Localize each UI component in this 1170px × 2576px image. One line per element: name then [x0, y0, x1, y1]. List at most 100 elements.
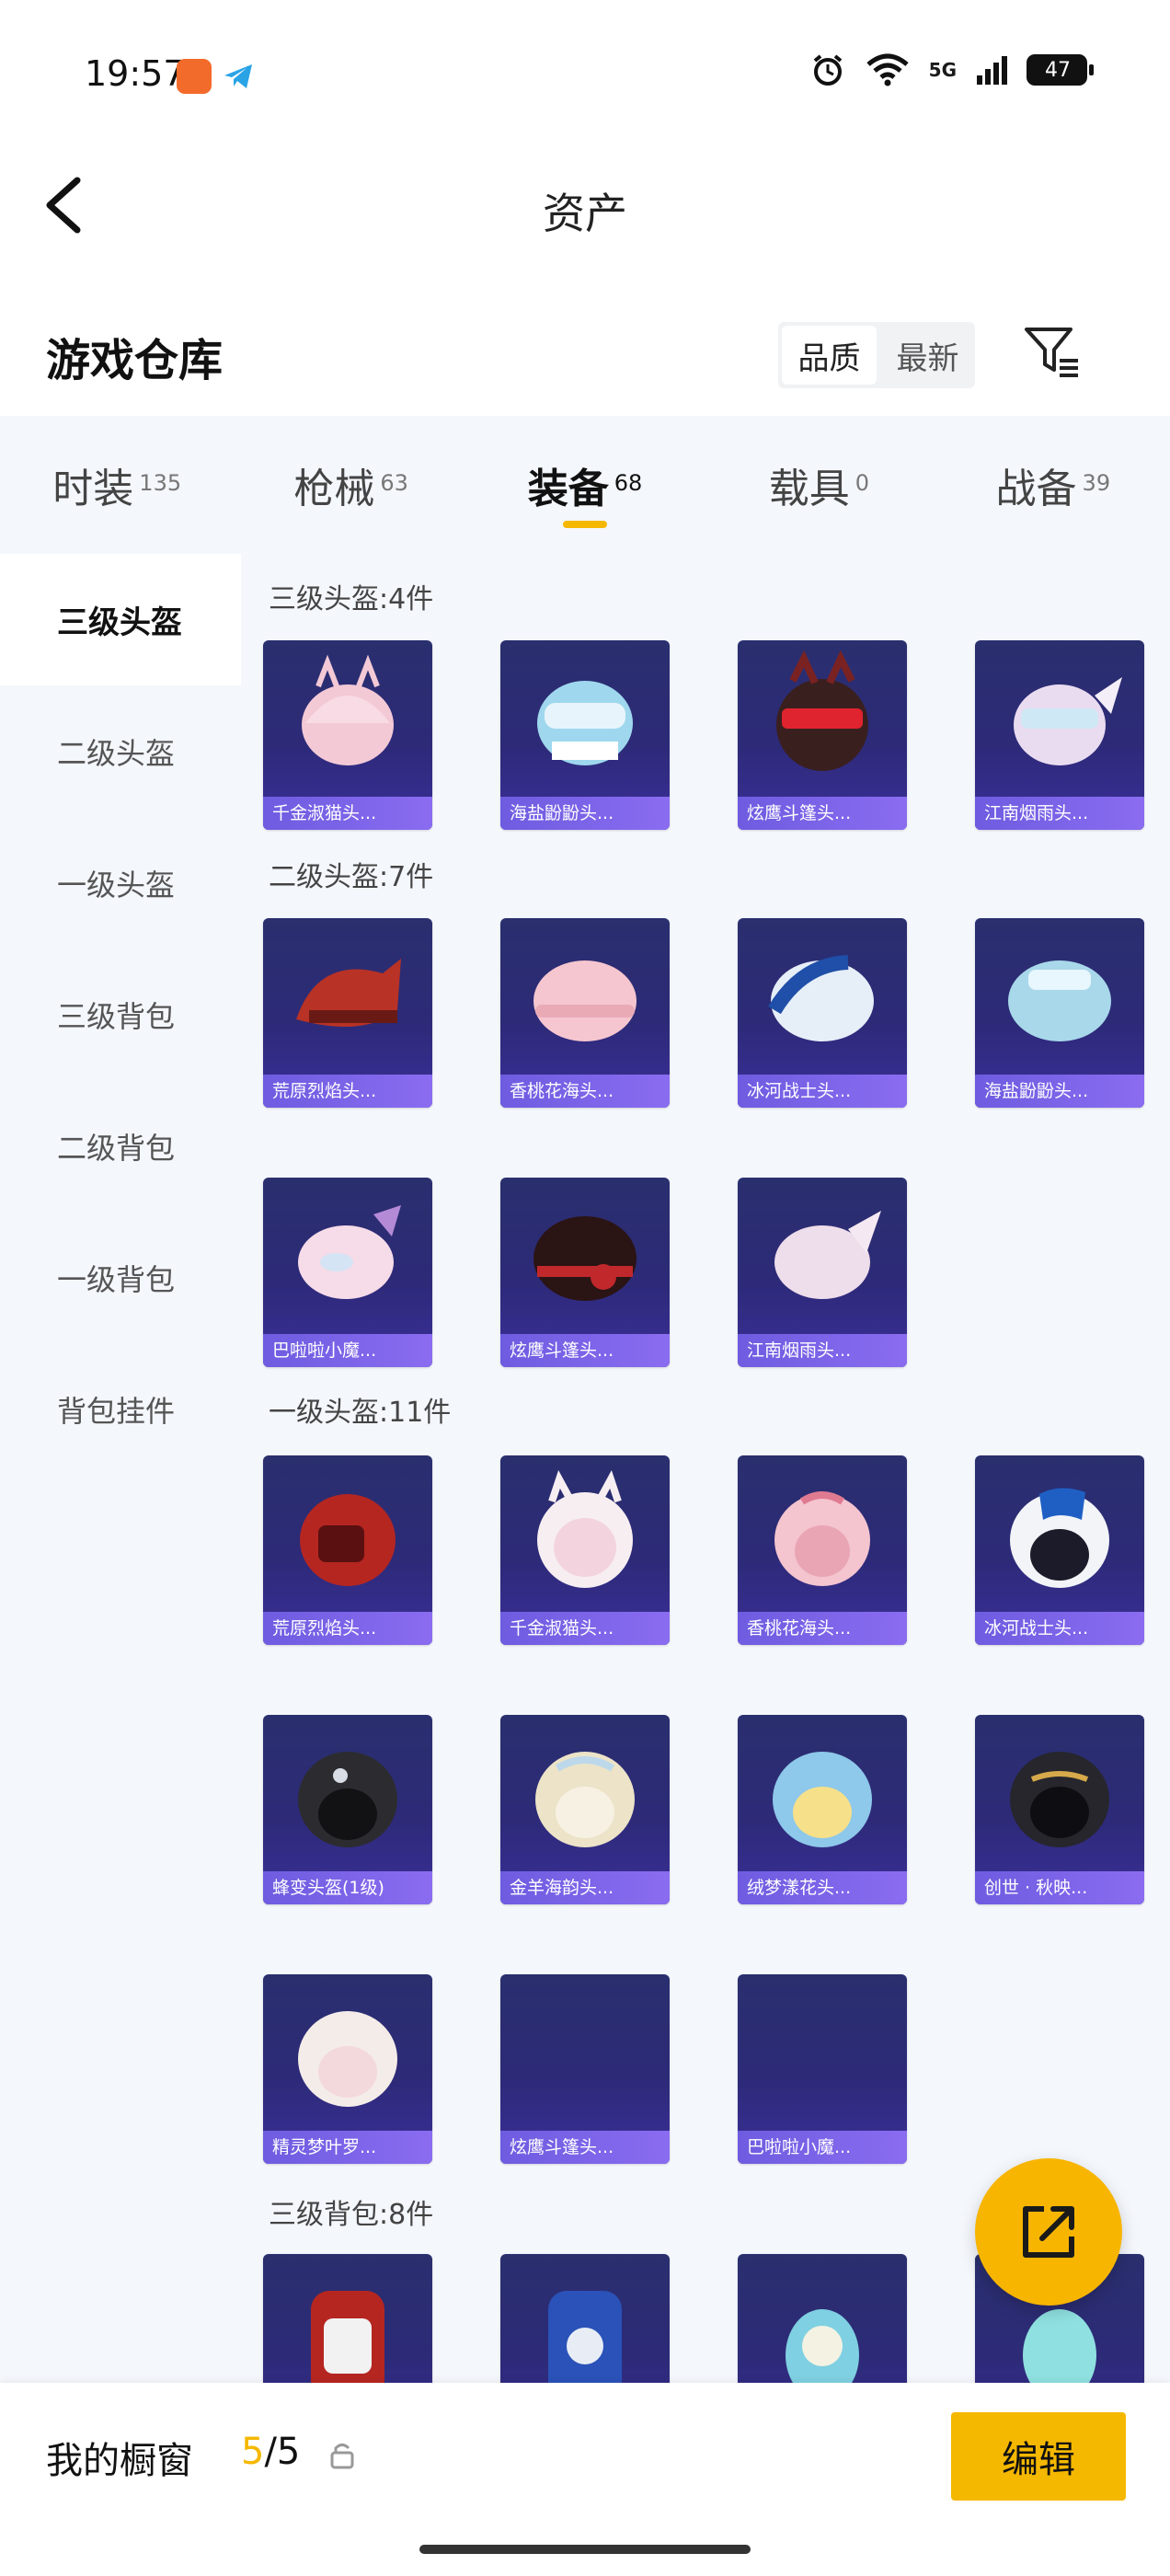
item-card[interactable]: 绒梦漾花头... [738, 1715, 907, 1904]
item-name: 蜂变头盔(1级) [263, 1871, 432, 1904]
item-card[interactable]: 海盐鼢鼢头... [500, 640, 670, 830]
sidebar-item-level1-helmet[interactable]: 一级头盔 [0, 817, 241, 949]
tab-label: 装备 [527, 466, 609, 512]
sort-quality-button[interactable]: 品质 [782, 326, 877, 385]
backpack-icon [311, 2291, 384, 2383]
item-name: 千金淑猫头... [500, 1612, 670, 1645]
sidebar-item-level2-helmet[interactable]: 二级头盔 [0, 685, 241, 817]
item-name: 江南烟雨头... [738, 1334, 907, 1367]
status-time: 19:57 [85, 53, 186, 94]
item-card[interactable]: 香桃花海头... [500, 918, 670, 1108]
item-card[interactable]: 荒原烈焰头... [263, 918, 432, 1108]
item-card[interactable]: 千金淑猫头... [500, 1455, 670, 1645]
item-name: 绒梦漾花头... [738, 1871, 907, 1904]
item-card[interactable]: 千金淑猫头... [263, 640, 432, 830]
sidebar-item-backpack-charm[interactable]: 背包挂件 [0, 1343, 241, 1475]
helmet-icon [296, 959, 401, 1027]
helmet-icon [298, 2011, 397, 2107]
lock-icon [330, 2444, 354, 2469]
helmet-icon [302, 654, 394, 765]
item-card[interactable] [738, 2254, 907, 2383]
helmet-icon [1014, 677, 1122, 765]
item-card[interactable]: 金羊海韵头... [500, 1715, 670, 1904]
showcase-total: /5 [264, 2431, 301, 2473]
battery-icon: 47 [1027, 54, 1094, 86]
helmet-icon [776, 650, 868, 771]
tab-vehicles[interactable]: 载具 0 [702, 416, 935, 554]
item-name: 江南烟雨头... [975, 797, 1144, 830]
item-card[interactable]: 精灵梦叶罗... [263, 1974, 432, 2164]
helmet-icon [537, 681, 633, 765]
category-tabs: 时装 135 枪械 63 装备 68 载具 0 战备 39 [0, 416, 1170, 554]
item-card[interactable]: 香桃花海头... [738, 1455, 907, 1645]
sort-newest-button[interactable]: 最新 [880, 322, 975, 388]
tab-count: 39 [1082, 470, 1111, 496]
item-card[interactable]: 江南烟雨头... [738, 1178, 907, 1367]
item-name: 精灵梦叶罗... [263, 2131, 432, 2164]
tab-equipment[interactable]: 装备 68 [468, 416, 702, 554]
helmet-icon [533, 1216, 637, 1301]
sidebar-item-level1-backpack[interactable]: 一级背包 [0, 1212, 241, 1343]
backpack-icon [548, 2291, 622, 2383]
item-card[interactable] [500, 2254, 670, 2383]
showcase-current: 5 [241, 2431, 265, 2473]
item-grid: 三级头盔:4件 千金淑猫头... 海盐鼢鼢头... 炫鹰斗篷头... 江南烟雨头… [241, 554, 1170, 2383]
tab-weapons[interactable]: 枪械 63 [234, 416, 467, 554]
showcase-count: 5/5 [241, 2431, 300, 2473]
sidebar-item-level2-backpack[interactable]: 二级背包 [0, 1080, 241, 1212]
app-notification-icon [177, 59, 212, 94]
alarm-icon [813, 54, 842, 86]
item-card[interactable]: 蜂变头盔(1级) [263, 1715, 432, 1904]
helmet-icon [774, 1491, 870, 1586]
item-name: 冰河战士头... [738, 1075, 907, 1108]
item-card[interactable]: 炫鹰斗篷头... [500, 1178, 670, 1367]
signal-icon [977, 56, 1007, 85]
tab-count: 0 [855, 470, 870, 496]
edit-button[interactable]: 编辑 [951, 2412, 1126, 2501]
item-name: 海盐鼢鼢头... [975, 1075, 1144, 1108]
sidebar-item-level3-backpack[interactable]: 三级背包 [0, 949, 241, 1080]
tab-label: 枪械 [293, 466, 375, 512]
item-card[interactable]: 炫鹰斗篷头... [500, 1974, 670, 2164]
helmet-icon [298, 1752, 397, 1847]
item-name: 巴啦啦小魔... [738, 2131, 907, 2164]
item-card[interactable]: 冰河战士头... [975, 1455, 1144, 1645]
item-card[interactable]: 巴啦啦小魔... [738, 1974, 907, 2164]
helmet-icon [1008, 960, 1111, 1041]
tab-supplies[interactable]: 战备 39 [936, 416, 1170, 554]
item-name: 炫鹰斗篷头... [500, 2131, 670, 2164]
tab-fashion[interactable]: 时装 135 [0, 416, 234, 554]
status-icons: 5G 47 [809, 52, 1094, 88]
helmet-icon [535, 1752, 635, 1847]
helmet-icon [768, 955, 874, 1041]
tab-label: 时装 [52, 466, 134, 512]
item-card[interactable]: 创世 · 秋映... [975, 1715, 1144, 1904]
warehouse-title: 游戏仓库 [46, 335, 224, 386]
battery-level: 47 [1045, 58, 1071, 82]
bottom-bar: 我的橱窗 5/5 编辑 [0, 2383, 1170, 2576]
item-name: 金羊海韵头... [500, 1871, 670, 1904]
tab-label: 战备 [995, 466, 1077, 512]
share-icon [1023, 2206, 1074, 2258]
item-card[interactable]: 炫鹰斗篷头... [738, 640, 907, 830]
item-card[interactable]: 海盐鼢鼢头... [975, 918, 1144, 1108]
share-button[interactable] [975, 2158, 1122, 2306]
tab-label: 载具 [768, 466, 850, 512]
item-card[interactable]: 荒原烈焰头... [263, 1455, 432, 1645]
filter-icon[interactable] [1023, 322, 1082, 381]
showcase-label: 我的橱窗 [46, 2440, 193, 2482]
helmet-icon [1010, 1752, 1109, 1847]
item-name: 千金淑猫头... [263, 797, 432, 830]
section-title: 一级头盔:11件 [269, 1397, 452, 1429]
status-bar: 19:57 5G 47 [0, 0, 1170, 147]
wifi-icon [866, 53, 909, 86]
item-name: 荒原烈焰头... [263, 1612, 432, 1645]
tab-count: 63 [380, 470, 408, 496]
item-card[interactable] [263, 2254, 432, 2383]
sidebar-item-level3-helmet[interactable]: 三级头盔 [0, 554, 241, 685]
page-title: 资产 [543, 189, 627, 238]
item-card[interactable]: 江南烟雨头... [975, 640, 1144, 830]
item-name: 香桃花海头... [500, 1075, 670, 1108]
item-card[interactable]: 冰河战士头... [738, 918, 907, 1108]
item-card[interactable]: 巴啦啦小魔... [263, 1178, 432, 1367]
